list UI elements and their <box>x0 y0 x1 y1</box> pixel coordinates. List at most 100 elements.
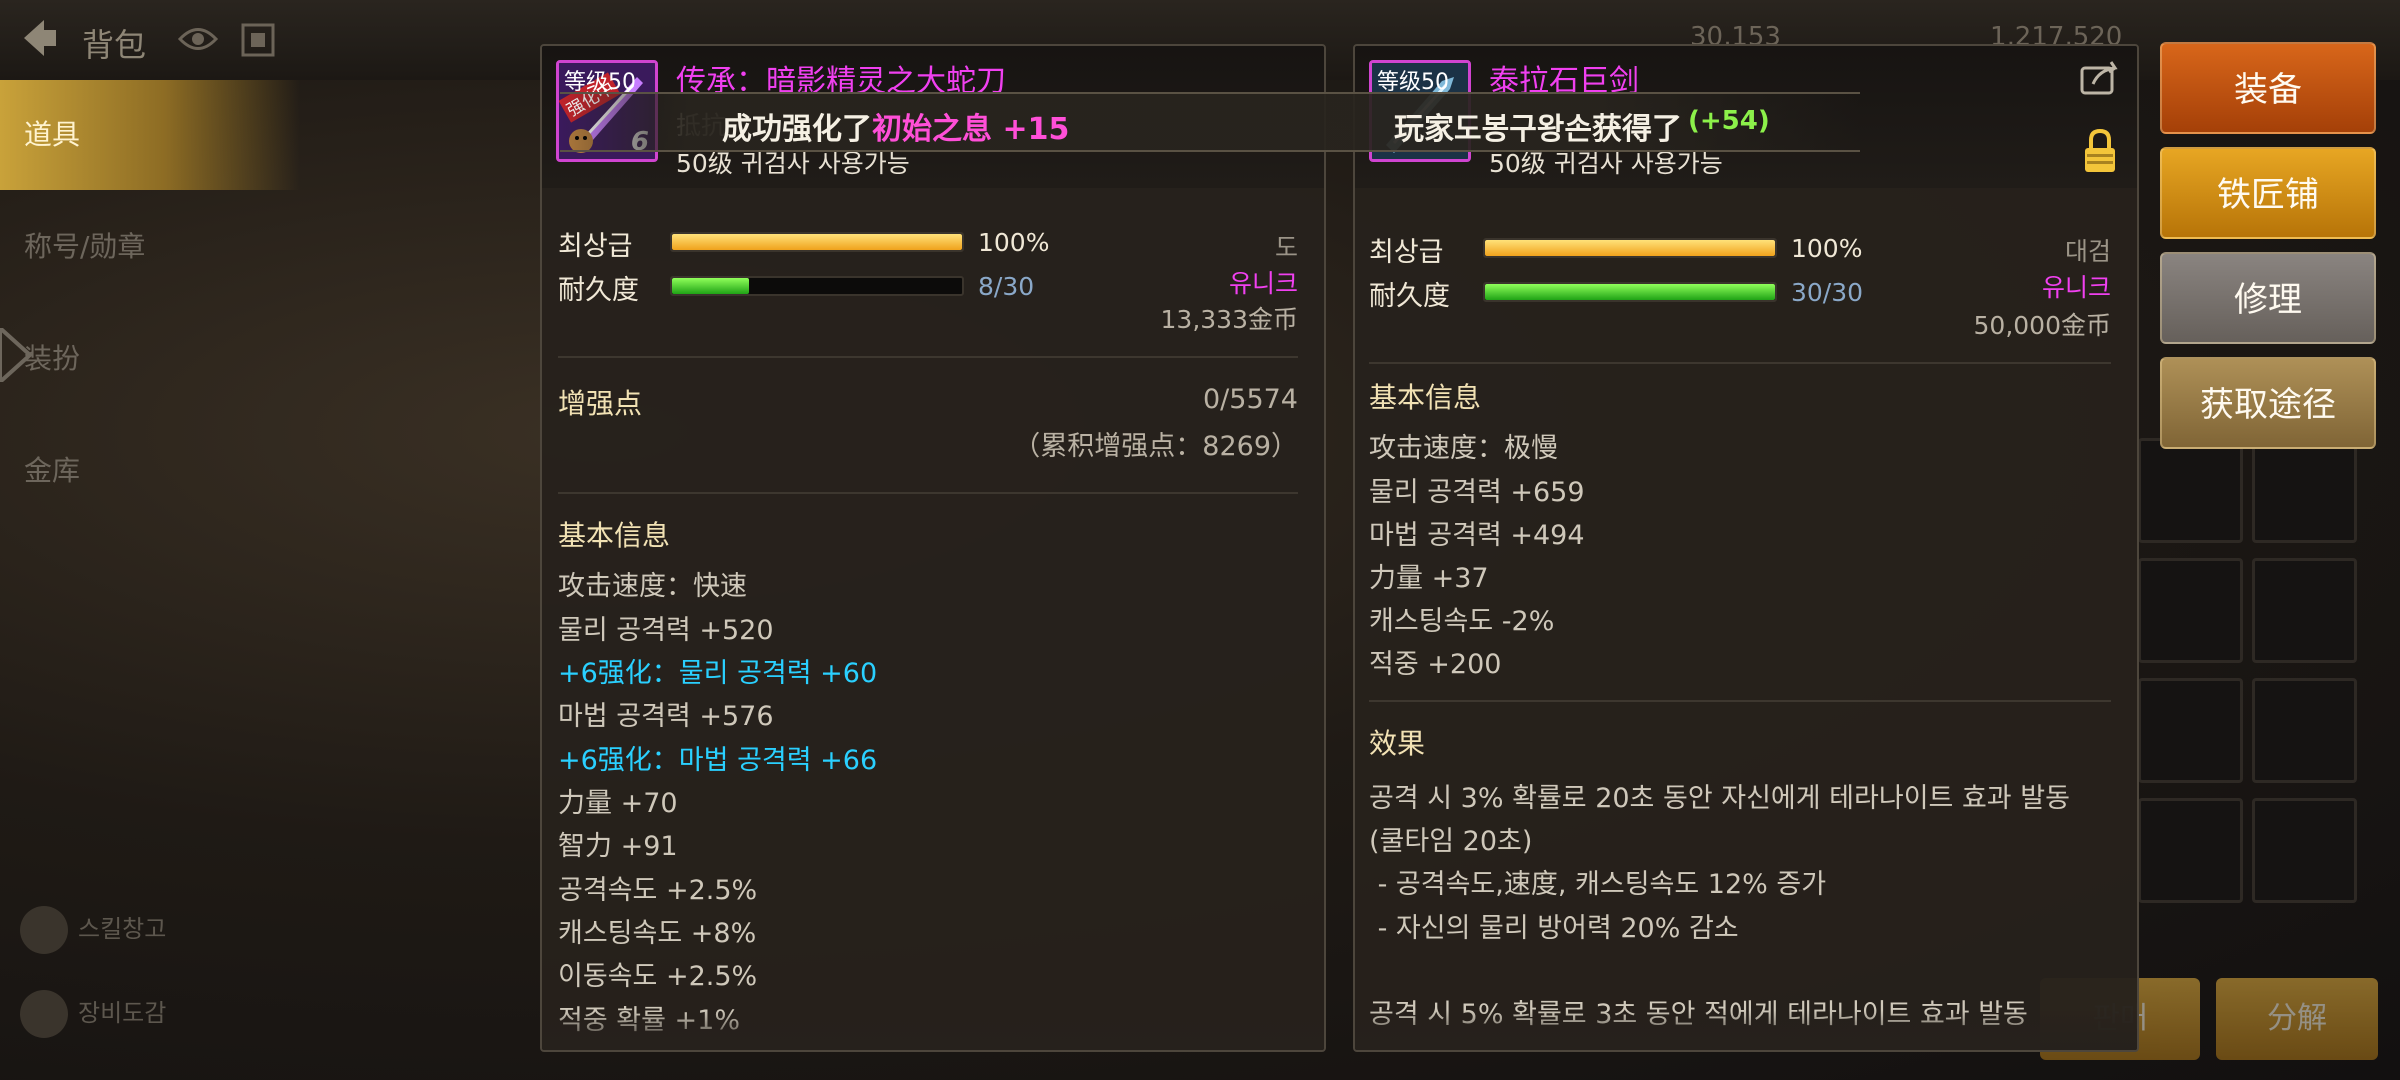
skill-storage-label: 스킬창고 <box>78 915 167 943</box>
inventory-slot[interactable] <box>2252 798 2357 903</box>
disassemble-button[interactable]: 分解 <box>2216 978 2378 1060</box>
sidebar: 道具 称号/勋章 装扮 金库 스킬창고 장비도감 <box>0 80 300 1080</box>
sidebar-item-label: 装扮 <box>24 342 81 375</box>
effect-line: (쿨타임 20초) <box>1369 826 1533 857</box>
grade-bar <box>670 232 964 252</box>
equipment-codex-button[interactable]: 장비도감 <box>20 990 166 1038</box>
stat-line-enhance: +6强化：마법 공격력 +66 <box>558 745 878 776</box>
item-tooltip-left: 强化中 6 等级50 传承：暗影精灵之大蛇刀 抵抗 50级 귀검사 사용가능 최… <box>540 44 1326 1052</box>
divider <box>558 356 1298 358</box>
sidebar-item-costume[interactable]: 装扮 <box>0 304 300 414</box>
stat-line: 力量 +70 <box>558 788 678 819</box>
stat-line: 마법 공격력 +576 <box>558 701 774 732</box>
bag-title: 背包 <box>82 26 147 64</box>
basic-info-title: 基本信息 <box>1369 381 1482 414</box>
item-price: 13,333金币 <box>1160 305 1298 334</box>
item-level-tag: 等级50 <box>564 70 636 95</box>
toast-prefix-2: 玩家도봉구왕손获得了 <box>1394 112 1682 147</box>
item-price: 50,000金币 <box>1973 311 2111 340</box>
scroll-fade <box>1355 1010 2137 1050</box>
toast-plus-value: (+54) <box>1688 106 1770 136</box>
item-level-tag: 等级50 <box>1377 70 1449 95</box>
stat-line: 攻击速度：快速 <box>558 571 747 602</box>
repair-button[interactable]: 修理 <box>2160 252 2376 344</box>
skill-storage-button[interactable]: 스킬창고 <box>20 906 166 954</box>
back-arrow-icon[interactable] <box>14 14 62 62</box>
stat-line: 캐스팅속도 +8% <box>558 918 757 949</box>
durability-bar-fill <box>672 278 750 294</box>
storage-icon[interactable] <box>240 22 276 58</box>
weapon-type: 도 <box>1274 233 1298 262</box>
divider <box>1369 362 2111 364</box>
durability-label: 耐久度 <box>558 275 639 306</box>
toast-item: 初始之息 <box>872 112 992 147</box>
acquire-source-button[interactable]: 获取途径 <box>2160 357 2376 449</box>
eye-icon[interactable] <box>178 22 218 56</box>
enhance-points-total: （累积增强点：8269） <box>1013 431 1298 462</box>
divider <box>558 492 1298 494</box>
effect-line: 공격 시 3% 확률로 20초 동안 자신에게 테라나이트 효과 발동 <box>1369 783 2070 814</box>
grade-value: 100% <box>978 228 1050 257</box>
sidebar-item-titles[interactable]: 称号/勋章 <box>0 192 300 302</box>
divider <box>1369 700 2111 702</box>
weapon-type: 대검 <box>2064 237 2111 266</box>
durability-value: 8/30 <box>978 272 1035 301</box>
stat-line: 캐스팅속도 -2% <box>1369 606 1555 637</box>
item-tooltip-right: 等级50 泰拉石巨剑 50级 귀검사 사용가능 최상급 100% 耐久度 30/… <box>1353 44 2139 1052</box>
grade-bar-fill <box>1485 240 1775 256</box>
enhance-points-title: 增强点 <box>558 387 643 420</box>
stat-line-enhance: +6强化：물리 공격력 +60 <box>558 658 878 689</box>
effect-line: - 공격속도,速度, 캐스팅속도 12% 증가 <box>1369 869 1827 900</box>
durability-bar <box>1483 282 1777 302</box>
stat-line: 攻击速度：极慢 <box>1369 433 1558 464</box>
grade-label: 최상급 <box>558 231 633 262</box>
inventory-slot[interactable] <box>2138 798 2243 903</box>
stat-line: 물리 공격력 +659 <box>1369 477 1585 508</box>
blacksmith-button[interactable]: 铁匠铺 <box>2160 147 2376 239</box>
toast-message: 成功强化了初始之息 +15 <box>722 104 1069 148</box>
skill-storage-icon <box>20 906 68 954</box>
effect-title: 效果 <box>1369 727 1426 760</box>
durability-value: 30/30 <box>1791 278 1864 307</box>
durability-bar <box>670 276 964 296</box>
stat-line: 智力 +91 <box>558 831 678 862</box>
stat-line: 물리 공격력 +520 <box>558 615 774 646</box>
sidebar-item-label: 称号/勋章 <box>24 230 146 263</box>
stat-line: 마법 공격력 +494 <box>1369 520 1585 551</box>
sidebar-item-items[interactable]: 道具 <box>0 80 300 190</box>
inventory-slot[interactable] <box>2138 558 2243 663</box>
equip-button[interactable]: 装备 <box>2160 42 2376 134</box>
rarity-label: 유니크 <box>2041 273 2111 302</box>
grade-bar-fill <box>672 234 962 250</box>
sidebar-item-label: 道具 <box>24 118 81 151</box>
durability-bar-fill <box>1485 284 1775 300</box>
inventory-slot[interactable] <box>2252 558 2357 663</box>
stat-line: 적중 +200 <box>1369 649 1502 680</box>
inventory-slot[interactable] <box>2252 678 2357 783</box>
grade-label: 최상급 <box>1369 237 1444 268</box>
grade-value: 100% <box>1791 234 1863 263</box>
equipment-codex-icon <box>20 990 68 1038</box>
share-icon[interactable] <box>2079 60 2121 96</box>
notification-toast: 成功强化了初始之息 +15 玩家도봉구왕손获得了 (+54) <box>560 92 1860 152</box>
toast-message-2: 玩家도봉구왕손获得了 <box>1394 104 1682 148</box>
sidebar-item-label: 金库 <box>24 454 81 487</box>
enhance-points-value: 0/5574 <box>1203 384 1298 415</box>
toast-prefix: 成功强化了 <box>722 112 872 147</box>
effect-line: - 자신의 물리 방어력 20% 감소 <box>1369 913 1739 944</box>
toast-suffix: +15 <box>992 112 1070 147</box>
stat-line: 力量 +37 <box>1369 563 1489 594</box>
inventory-slot[interactable] <box>2138 678 2243 783</box>
stat-line: 이동속도 +2.5% <box>558 961 758 992</box>
durability-label: 耐久度 <box>1369 281 1450 312</box>
grade-bar <box>1483 238 1777 258</box>
sidebar-item-vault[interactable]: 金库 <box>0 416 300 526</box>
inventory-slot[interactable] <box>2252 438 2357 543</box>
basic-info-title: 基本信息 <box>558 519 671 552</box>
equipment-codex-label: 장비도감 <box>78 999 167 1027</box>
scroll-fade <box>542 1010 1324 1050</box>
stat-line: 공격속도 +2.5% <box>558 875 758 906</box>
lock-icon[interactable] <box>2083 128 2117 174</box>
inventory-slot[interactable] <box>2138 438 2243 543</box>
rarity-label: 유니크 <box>1228 269 1298 298</box>
